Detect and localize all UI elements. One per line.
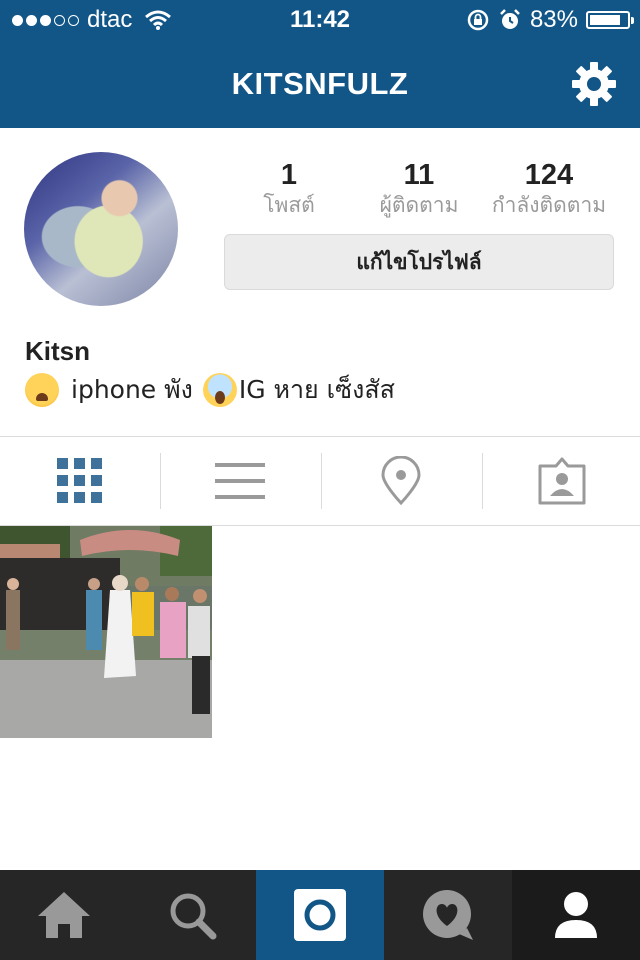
post-thumbnail[interactable] (0, 526, 212, 738)
following-count: 124 (524, 159, 574, 191)
profile-name: Kitsn (25, 336, 90, 366)
status-right: 83% (466, 6, 634, 34)
screaming-face-emoji-icon (202, 373, 237, 407)
profile-username-title: KITSNFULZ (231, 66, 409, 101)
profile-view-tabs (0, 436, 640, 526)
tab-location[interactable] (321, 437, 481, 525)
following-label: กำลังติดตาม (491, 193, 607, 217)
rotation-lock-icon (467, 9, 489, 31)
activity-heart-icon (423, 890, 473, 940)
profile-bio: iphone พัง IG หาย เซ็งสัส (25, 370, 395, 410)
bio-text-part1: iphone พัง (71, 375, 193, 404)
followers-label: ผู้ติดตาม (379, 193, 459, 217)
location-pin-icon (381, 456, 421, 506)
tab-activity[interactable] (384, 870, 512, 960)
search-icon (170, 893, 217, 940)
alarm-icon (500, 9, 520, 29)
camera-icon (294, 889, 346, 941)
post-photo (0, 526, 212, 738)
posts-label: โพสต์ (263, 193, 315, 217)
posts-count: 1 (280, 159, 298, 191)
weary-face-emoji-icon (25, 373, 59, 407)
bottom-tab-bar (0, 870, 640, 960)
bio-text-part2: IG หาย เซ็งสัส (238, 375, 395, 404)
tab-search[interactable] (128, 870, 256, 960)
battery-icon (586, 11, 634, 29)
gear-icon[interactable] (570, 60, 618, 108)
tab-camera[interactable] (256, 870, 384, 960)
edit-profile-button[interactable]: แก้ไขโปรไฟล์ (224, 234, 614, 290)
tab-profile[interactable] (512, 870, 640, 960)
navigation-bar: KITSNFULZ (0, 40, 640, 128)
grid-view-icon (57, 458, 102, 503)
tab-grid-view[interactable] (0, 437, 160, 525)
following-stat[interactable]: 124 กำลังติดตาม (484, 160, 614, 220)
tab-list-view[interactable] (160, 437, 320, 525)
home-icon (38, 892, 90, 938)
tab-home[interactable] (0, 870, 128, 960)
tagged-photos-icon (538, 457, 586, 505)
followers-stat[interactable]: 11 ผู้ติดตาม (354, 160, 484, 220)
tab-tagged[interactable] (482, 437, 640, 525)
avatar[interactable] (24, 152, 178, 306)
status-bar: dtac 11:42 83% (0, 0, 640, 40)
profile-stats: 1 โพสต์ 11 ผู้ติดตาม 124 กำลังติดตาม (224, 160, 614, 220)
profile-icon (555, 892, 597, 938)
battery-percent: 83% (529, 6, 578, 33)
followers-count: 11 (403, 159, 435, 191)
list-view-icon (215, 463, 265, 499)
posts-stat[interactable]: 1 โพสต์ (224, 160, 354, 220)
